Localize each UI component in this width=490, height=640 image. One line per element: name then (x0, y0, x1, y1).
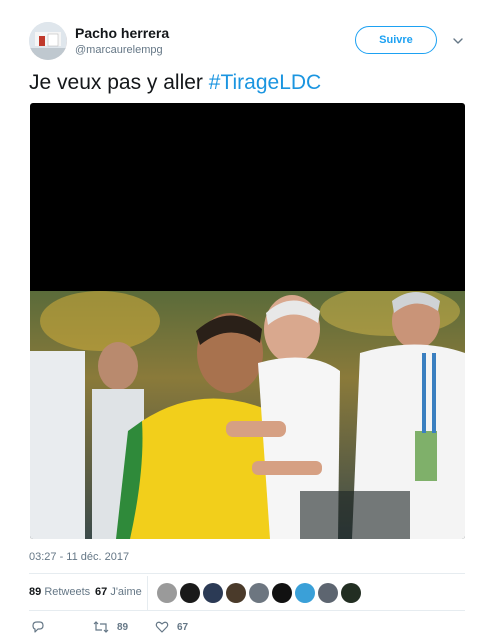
liker-avatar[interactable] (226, 583, 246, 603)
liker-avatar[interactable] (249, 583, 269, 603)
liker-avatars (157, 583, 364, 603)
liker-avatar[interactable] (295, 583, 315, 603)
media-photo[interactable] (30, 291, 465, 539)
tweet-timestamp[interactable]: 03:27 - 11 déc. 2017 (29, 551, 129, 563)
liker-avatar[interactable] (157, 583, 177, 603)
retweets-stat[interactable]: 89 Retweets (29, 586, 90, 598)
tweet-text-body: Je veux pas y aller (29, 71, 209, 94)
heart-icon (155, 621, 169, 633)
likes-stat[interactable]: 67 J'aime (95, 586, 142, 598)
username[interactable]: @marcaurelempg (75, 43, 169, 58)
tweet-stats: 89 Retweets 67 J'aime (29, 576, 465, 610)
like-count: 67 (177, 621, 189, 633)
liker-avatar[interactable] (272, 583, 292, 603)
liker-avatar[interactable] (318, 583, 338, 603)
retweet-count: 89 (117, 621, 129, 633)
retweet-button[interactable]: 89 (93, 620, 128, 634)
divider-top (29, 573, 465, 574)
tweet-media[interactable] (30, 103, 465, 539)
liker-avatar[interactable] (180, 583, 200, 603)
user-avatar[interactable] (29, 22, 67, 60)
tweet-text: Je veux pas y aller #TirageLDC (29, 70, 321, 96)
chevron-down-icon[interactable] (451, 34, 465, 48)
liker-avatar[interactable] (203, 583, 223, 603)
retweet-icon (93, 621, 109, 633)
stats-separator (147, 576, 148, 610)
reply-icon (32, 621, 44, 633)
like-button[interactable]: 67 (155, 620, 188, 634)
hashtag-link[interactable]: #TirageLDC (209, 71, 321, 94)
liker-avatar[interactable] (341, 583, 361, 603)
follow-button[interactable]: Suivre (355, 26, 437, 54)
tweet-actions: 89 67 (29, 620, 329, 640)
tweet-header: Pacho herrera @marcaurelempg Suivre (29, 22, 469, 66)
user-names[interactable]: Pacho herrera @marcaurelempg (75, 25, 169, 58)
likes-count: 67 (95, 586, 108, 598)
retweets-label: Retweets (44, 586, 91, 598)
display-name[interactable]: Pacho herrera (75, 25, 169, 42)
reply-button[interactable] (31, 620, 53, 634)
retweets-count: 89 (29, 586, 42, 598)
likes-label: J'aime (110, 586, 142, 598)
divider-bottom (29, 610, 465, 611)
